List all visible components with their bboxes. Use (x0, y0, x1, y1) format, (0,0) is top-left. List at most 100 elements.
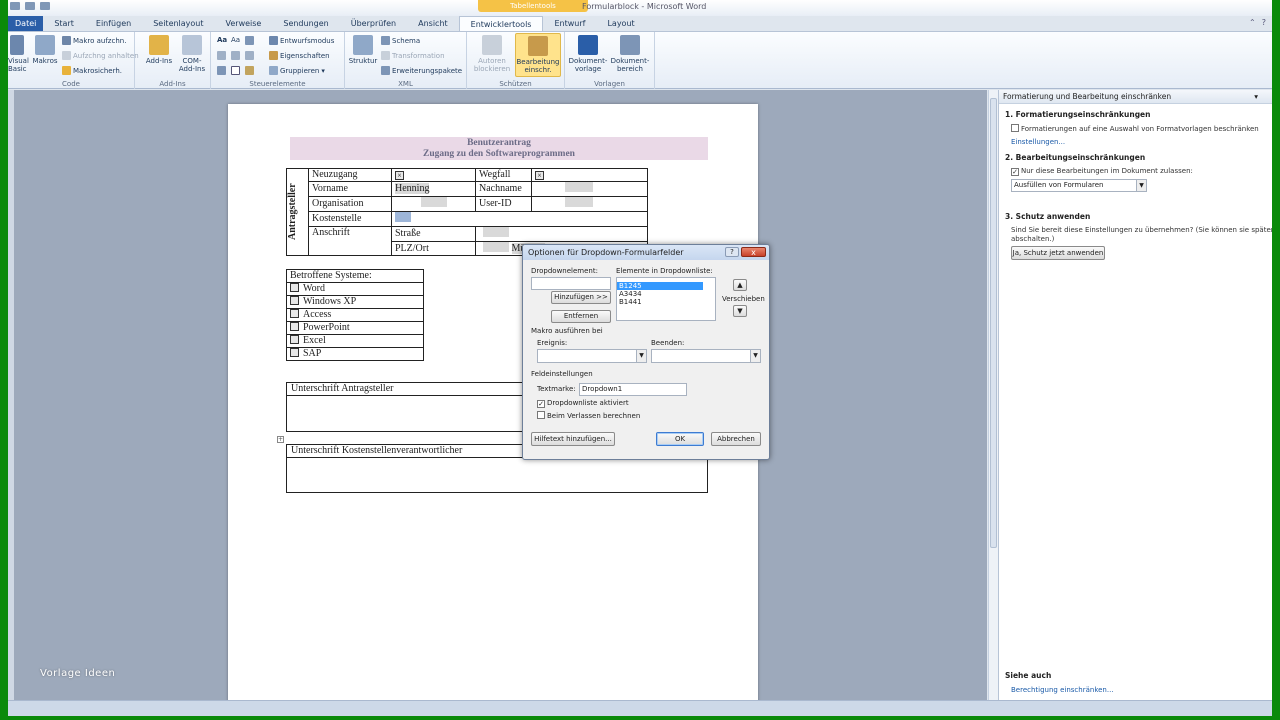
exit-select[interactable]: ▼ (651, 349, 761, 363)
systems-header: Betroffene Systeme: (286, 269, 424, 283)
dropdown-items-list[interactable]: B1245 A3434 B1441 (616, 277, 716, 321)
field-user-id[interactable] (531, 196, 648, 212)
aufzeichnung-anhalten-button[interactable]: Aufzchng anhalten (62, 51, 139, 60)
system-row-sap[interactable]: SAP (286, 347, 424, 361)
tab-layout[interactable]: Layout (596, 16, 645, 31)
pane-menu-icon[interactable]: ▾ (1254, 90, 1258, 104)
watermark: Vorlage Ideen (40, 668, 116, 679)
legacy-tools-control[interactable] (245, 66, 254, 75)
list-item[interactable]: A3434 (617, 290, 715, 298)
cancel-button[interactable]: Abbrechen (711, 432, 761, 446)
macros-icon (35, 35, 55, 55)
calc-on-exit-checkbox[interactable]: Beim Verlassen berechnen (537, 411, 640, 420)
editing-type-select[interactable]: Ausfüllen von Formularen ▼ (1011, 179, 1147, 192)
tab-entwurf[interactable]: Entwurf (543, 16, 596, 31)
tab-verweise[interactable]: Verweise (215, 16, 273, 31)
dropdown-control[interactable] (245, 51, 254, 60)
quick-access-toolbar (10, 2, 50, 10)
enabled-checkbox[interactable]: ✓ Dropdownliste aktiviert (537, 399, 629, 408)
restrict-permission-link[interactable]: Berechtigung einschränken... (1011, 686, 1114, 694)
editing-checkbox[interactable]: ✓ Nur diese Bearbeitungen im Dokument zul… (1011, 167, 1193, 176)
tab-ansicht[interactable]: Ansicht (407, 16, 459, 31)
eigenschaften-button[interactable]: Eigenschaften (269, 51, 330, 60)
field-vorname[interactable]: Henning (391, 181, 476, 197)
field-kostenstelle[interactable] (391, 211, 648, 227)
dialog-help-button[interactable]: ? (725, 247, 739, 257)
remove-item-button[interactable]: Entfernen (551, 310, 611, 323)
system-row-excel[interactable]: Excel (286, 334, 424, 348)
building-block-control[interactable] (217, 51, 226, 60)
dokumentbereich-button[interactable]: Dokument-bereich (609, 35, 651, 73)
help-icon[interactable]: ? (1262, 18, 1266, 27)
text-control-icon: Aa (217, 36, 228, 44)
document-area[interactable]: Benutzerantrag Zugang zu den Softwarepro… (14, 90, 987, 700)
field-strasse[interactable] (475, 226, 648, 242)
tab-sendungen[interactable]: Sendungen (272, 16, 339, 31)
table-move-handle-icon[interactable]: + (277, 436, 284, 443)
apply-protection-button[interactable]: Ja, Schutz jetzt anwenden (1011, 246, 1105, 260)
checkbox-neuzugang[interactable]: × (391, 168, 476, 182)
checkbox-icon (290, 296, 299, 305)
combo-box-control[interactable] (231, 51, 240, 60)
bookmark-label: Textmarke: (537, 385, 576, 393)
struktur-button[interactable]: Struktur (348, 35, 378, 65)
erweiterungspakete-button[interactable]: Erweiterungspakete (381, 66, 462, 75)
com-addins-button[interactable]: COM-Add-Ins (177, 35, 207, 73)
dialog-close-button[interactable]: x (741, 247, 766, 257)
ribbon-controls: ⌃ ? (1249, 18, 1266, 27)
picture-control[interactable] (245, 36, 254, 45)
visual-basic-button[interactable]: Visual Basic (8, 35, 29, 73)
field-settings-label: Feldeinstellungen (531, 370, 593, 378)
settings-link[interactable]: Einstellungen... (1011, 138, 1065, 146)
save-icon[interactable] (10, 2, 20, 10)
formatting-checkbox[interactable]: Formatierungen auf eine Auswahl von Form… (1011, 124, 1259, 133)
add-item-button[interactable]: Hinzufügen >> (551, 291, 611, 304)
addins-button[interactable]: Add-Ins (143, 35, 175, 65)
transformation-button[interactable]: Transformation (381, 51, 445, 60)
system-row-word[interactable]: Word (286, 282, 424, 296)
list-item[interactable]: B1441 (617, 298, 715, 306)
dropdown-element-input[interactable] (531, 277, 611, 290)
move-down-button[interactable]: ▼ (733, 305, 747, 317)
strasse-placeholder (483, 227, 509, 237)
field-organisation[interactable] (391, 196, 476, 212)
bearbeitung-einschraenken-button[interactable]: Bearbeitung einschr. (515, 33, 561, 77)
tab-datei[interactable]: Datei (8, 16, 44, 31)
entwurfsmodus-button[interactable]: Entwurfsmodus (269, 36, 334, 45)
field-nachname[interactable] (531, 181, 648, 197)
add-helptext-button[interactable]: Hilfetext hinzufügen... (531, 432, 615, 446)
undo-icon[interactable] (25, 2, 35, 10)
checkbox-control[interactable] (231, 66, 240, 75)
tab-entwicklertools[interactable]: Entwicklertools (458, 16, 544, 31)
tab-einfuegen[interactable]: Einfügen (85, 16, 142, 31)
dokumentvorlage-button[interactable]: Dokument-vorlage (567, 35, 609, 73)
system-row-access[interactable]: Access (286, 308, 424, 322)
ok-button[interactable]: OK (656, 432, 704, 446)
system-row-powerpoint[interactable]: PowerPoint (286, 321, 424, 335)
makro-aufzeichnen-button[interactable]: Makro aufzchn. (62, 36, 126, 45)
redo-icon[interactable] (40, 2, 50, 10)
tab-ueberpruefen[interactable]: Überprüfen (340, 16, 407, 31)
checkbox-wegfall[interactable]: × (531, 168, 648, 182)
event-select[interactable]: ▼ (537, 349, 647, 363)
tab-start[interactable]: Start (43, 16, 85, 31)
move-up-button[interactable]: ▲ (733, 279, 747, 291)
minimize-ribbon-icon[interactable]: ⌃ (1249, 18, 1256, 27)
chevron-down-icon: ▼ (1136, 180, 1146, 191)
makros-button[interactable]: Makros (30, 35, 60, 65)
autoren-blockieren-button[interactable]: Autoren blockieren (471, 35, 513, 73)
scrollbar-thumb[interactable] (990, 98, 997, 548)
date-control[interactable] (217, 66, 226, 75)
bookmark-input[interactable]: Dropdown1 (579, 383, 687, 396)
makrosicherheit-button[interactable]: Makrosicherh. (62, 66, 122, 75)
document-scrollbar[interactable] (988, 90, 998, 700)
warning-icon (62, 66, 71, 75)
rich-text-control[interactable]: Aa (217, 36, 227, 44)
system-row-windows-xp[interactable]: Windows XP (286, 295, 424, 309)
schema-button[interactable]: Schema (381, 36, 420, 45)
kostenstelle-dropdown[interactable] (395, 212, 411, 222)
plain-text-control[interactable]: Aa (231, 36, 240, 44)
list-item[interactable]: B1245 (617, 282, 703, 290)
gruppieren-button[interactable]: Gruppieren ▾ (269, 66, 325, 75)
tab-seitenlayout[interactable]: Seitenlayout (142, 16, 214, 31)
